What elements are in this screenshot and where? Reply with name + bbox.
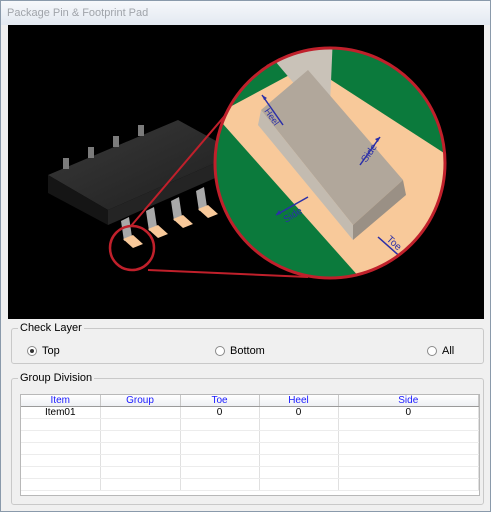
cell-side[interactable]: 0: [338, 406, 479, 419]
group-division-grid[interactable]: Item Group Toe Heel Side Item01 0 0 0: [20, 394, 480, 496]
column-header-group[interactable]: Group: [100, 395, 181, 407]
group-division-group: Group Division Item Group Toe Heel Side: [11, 372, 484, 505]
radio-top-indicator[interactable]: [27, 346, 37, 356]
grid-header-row: Item Group Toe Heel Side: [21, 395, 479, 407]
radio-top-label: Top: [42, 345, 60, 357]
title-bar: Package Pin & Footprint Pad: [1, 1, 490, 25]
radio-all-label: All: [442, 345, 455, 357]
empty-row: [21, 418, 479, 431]
dialog-window: Package Pin & Footprint Pad Heel Side Si…: [0, 0, 491, 512]
radio-bottom-indicator[interactable]: [215, 346, 225, 356]
radio-bottom[interactable]: Bottom: [215, 345, 265, 357]
pin-pad-preview: Heel Side Side Toe: [8, 25, 484, 319]
column-header-side[interactable]: Side: [338, 395, 479, 407]
radio-bottom-label: Bottom: [230, 345, 265, 357]
column-header-item[interactable]: Item: [21, 395, 101, 407]
radio-all[interactable]: All: [427, 345, 454, 357]
cell-group[interactable]: [100, 406, 181, 419]
cell-heel[interactable]: 0: [259, 406, 339, 419]
column-header-heel[interactable]: Heel: [259, 395, 339, 407]
column-header-toe[interactable]: Toe: [180, 395, 260, 407]
empty-row: [21, 442, 479, 455]
cell-toe[interactable]: 0: [180, 406, 260, 419]
preview-illustration: Heel Side Side Toe: [48, 46, 447, 280]
check-layer-group: Check Layer Top Bottom All: [11, 322, 484, 364]
empty-row: [21, 478, 479, 491]
radio-top[interactable]: Top: [27, 345, 60, 357]
group-division-title: Group Division: [18, 372, 95, 384]
empty-row: [21, 466, 479, 479]
window-title: Package Pin & Footprint Pad: [7, 7, 149, 19]
radio-all-indicator[interactable]: [427, 346, 437, 356]
empty-row: [21, 454, 479, 467]
empty-row: [21, 430, 479, 443]
table-row[interactable]: Item01 0 0 0: [21, 406, 479, 419]
magnified-view: Heel Side Side Toe: [215, 48, 445, 278]
small-lens-circle: [108, 224, 156, 272]
check-layer-title: Check Layer: [18, 322, 84, 334]
cell-item[interactable]: Item01: [21, 406, 101, 419]
